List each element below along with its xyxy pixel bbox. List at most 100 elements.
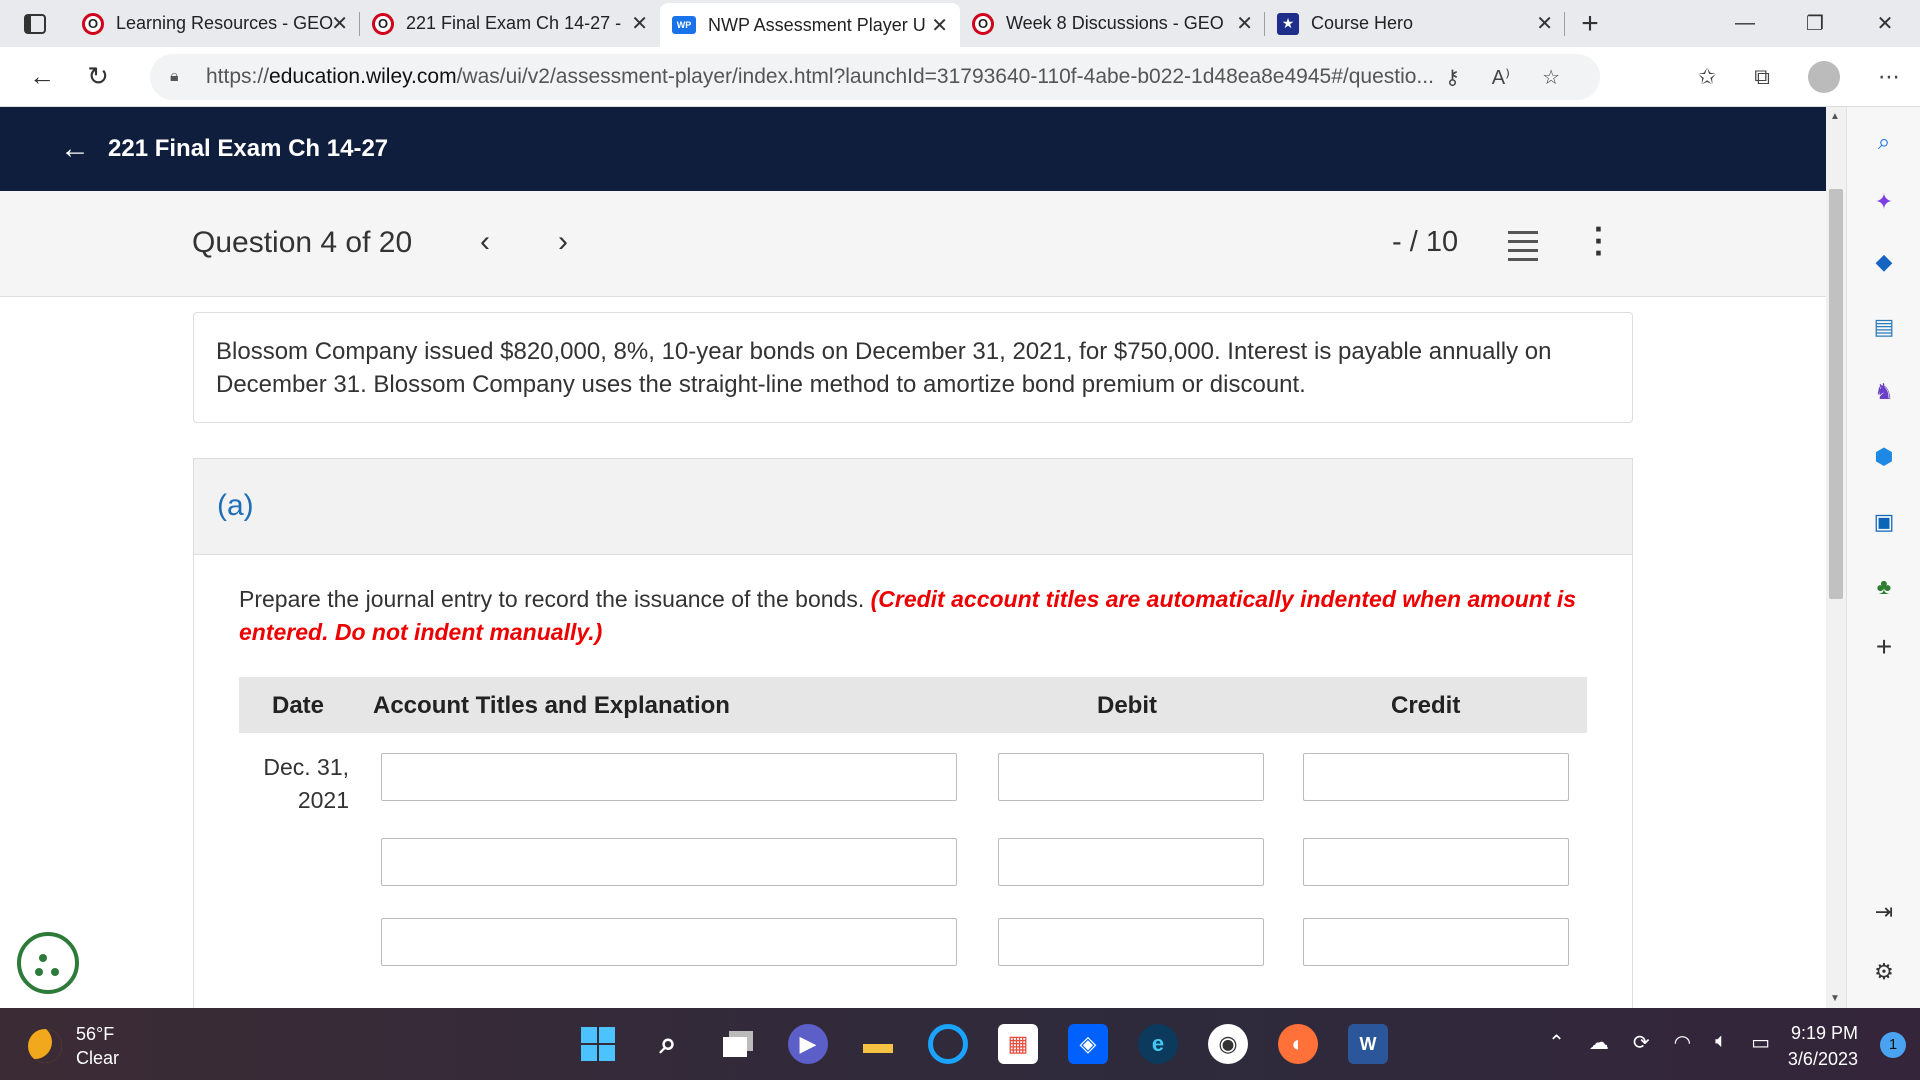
debit-input[interactable]: [998, 838, 1264, 886]
new-tab-button[interactable]: +: [1565, 7, 1615, 41]
windows-taskbar: 56°F Clear ⌕ ▶ ▬ ▦ ◈ e ◉ ◐ W ⌃ ☁ ⟳ ◠ 🔈︎ …: [0, 1008, 1920, 1080]
tab-title: NWP Assessment Player U: [708, 14, 926, 35]
back-icon[interactable]: ←: [16, 61, 68, 92]
read-aloud-icon[interactable]: A⁾: [1492, 65, 1510, 90]
debit-input[interactable]: [998, 918, 1264, 966]
header-date: Date: [272, 692, 325, 719]
dropbox-icon[interactable]: ◈: [1068, 1024, 1108, 1064]
next-question-icon[interactable]: ›: [558, 225, 568, 259]
more-options-icon[interactable]: · · ·: [1594, 213, 1605, 269]
back-arrow-icon[interactable]: ←: [60, 132, 90, 166]
entry-date: Dec. 31, 2021: [239, 751, 349, 817]
cortana-icon[interactable]: [928, 1024, 968, 1064]
scroll-up-icon[interactable]: ▲: [1830, 111, 1840, 122]
restore-icon[interactable]: ❐: [1780, 11, 1850, 36]
tab-actions-icon: [24, 13, 46, 34]
volume-icon[interactable]: 🔈︎: [1715, 1030, 1727, 1055]
close-window-icon[interactable]: ✕: [1850, 11, 1920, 36]
search-icon[interactable]: ⌕: [1869, 127, 1899, 157]
debit-input[interactable]: [998, 753, 1264, 801]
problem-text-line: December 31. Blossom Company uses the st…: [216, 371, 1306, 398]
tab-title: Week 8 Discussions - GEO: [1006, 13, 1224, 33]
tools-icon[interactable]: ▤: [1869, 312, 1899, 342]
question-list-icon[interactable]: [1508, 231, 1538, 267]
close-tab-icon[interactable]: ✕: [1536, 11, 1553, 36]
microsoft-store-icon[interactable]: ▦: [998, 1024, 1038, 1064]
chat-icon[interactable]: ▶: [788, 1024, 828, 1064]
collections-icon[interactable]: ⧉: [1754, 64, 1770, 90]
tab-nwp-assessment[interactable]: WP NWP Assessment Player U ✕: [660, 3, 960, 47]
sync-icon[interactable]: ⟳: [1633, 1030, 1650, 1055]
edge-icon[interactable]: e: [1138, 1024, 1178, 1064]
page-scrollbar[interactable]: ▲ ▼: [1826, 107, 1846, 1008]
score: - / 10: [1392, 226, 1459, 258]
previous-question-icon[interactable]: ‹: [480, 225, 490, 259]
close-tab-icon[interactable]: ✕: [631, 11, 648, 36]
refresh-icon[interactable]: ↻: [72, 61, 124, 92]
edge-sidebar: ⌕ ✦ ◆ ▤ ♞ ⬢ ▣ ♣ + ⇥ ⚙: [1846, 107, 1920, 1008]
windows-start-icon[interactable]: [578, 1024, 618, 1064]
scrollbar-thumb[interactable]: [1829, 189, 1843, 599]
profile-avatar[interactable]: [1808, 61, 1840, 93]
problem-text-line: Blossom Company issued $820,000, 8%, 10-…: [216, 338, 1552, 365]
tab-final-exam[interactable]: O 221 Final Exam Ch 14-27 - ✕: [360, 0, 660, 47]
system-tray: ⌃ ☁ ⟳ ◠ 🔈︎ ▭: [1548, 1030, 1770, 1055]
tab-course-hero[interactable]: ★ Course Hero ✕: [1265, 0, 1565, 47]
problem-statement: Blossom Company issued $820,000, 8%, 10-…: [193, 312, 1633, 423]
search-icon[interactable]: ⌕: [648, 1024, 688, 1064]
entry-date-line: 2021: [297, 787, 349, 813]
wifi-icon[interactable]: ◠: [1674, 1030, 1691, 1055]
shopping-tag-icon[interactable]: ◆: [1869, 247, 1899, 277]
close-tab-icon[interactable]: ✕: [1236, 11, 1253, 36]
journal-entry-table: Date Account Titles and Explanation Debi…: [239, 677, 1587, 966]
url-field[interactable]: 🔒︎ https://education.wiley.com/was/ui/v2…: [150, 54, 1600, 100]
chevron-up-icon[interactable]: ⌃: [1548, 1030, 1565, 1055]
games-icon[interactable]: ♞: [1869, 377, 1899, 407]
cloud-icon[interactable]: ☁: [1589, 1030, 1609, 1055]
temperature: 56°F: [76, 1024, 115, 1044]
instruction: Prepare the journal entry to record the …: [239, 583, 1579, 649]
account-title-input[interactable]: [381, 838, 957, 886]
url-path: /was/ui/v2/assessment-player/index.html?…: [456, 65, 1434, 88]
outlook-icon[interactable]: ▣: [1869, 507, 1899, 537]
account-title-input[interactable]: [381, 753, 957, 801]
tab-actions-button[interactable]: [0, 0, 70, 47]
settings-gear-icon[interactable]: ⚙: [1869, 957, 1899, 987]
cookie-settings-icon[interactable]: [17, 932, 79, 994]
weather-condition: Clear: [76, 1048, 120, 1068]
hide-sidebar-icon[interactable]: ⇥: [1869, 897, 1899, 927]
more-menu-icon[interactable]: ⋯: [1878, 64, 1900, 90]
credit-input[interactable]: [1303, 918, 1569, 966]
key-icon[interactable]: ⚷: [1445, 65, 1460, 90]
part-label: (a): [194, 459, 1632, 555]
credit-input[interactable]: [1303, 753, 1569, 801]
favorites-icon[interactable]: ✩: [1698, 64, 1716, 90]
tab-week8-discussions[interactable]: O Week 8 Discussions - GEO ✕: [960, 0, 1265, 47]
instruction-note: (Credit account titles are automatically…: [870, 586, 1577, 612]
credit-input[interactable]: [1303, 838, 1569, 886]
account-title-input[interactable]: [381, 918, 957, 966]
add-favorite-icon[interactable]: ☆: [1542, 65, 1560, 90]
file-explorer-icon[interactable]: ▬: [858, 1024, 898, 1064]
obs-icon[interactable]: ◉: [1208, 1024, 1248, 1064]
office-icon[interactable]: ⬢: [1869, 442, 1899, 472]
word-icon[interactable]: W: [1348, 1024, 1388, 1064]
firefox-icon[interactable]: ◐: [1278, 1024, 1318, 1064]
url-domain: education.wiley.com: [269, 65, 457, 88]
wp-icon: WP: [672, 16, 696, 34]
close-tab-icon[interactable]: ✕: [931, 13, 948, 38]
task-view-icon[interactable]: [718, 1024, 758, 1064]
tree-icon[interactable]: ♣: [1869, 572, 1899, 602]
minimize-icon[interactable]: —: [1710, 12, 1780, 35]
clock[interactable]: 9:19 PM 3/6/2023: [1788, 1020, 1858, 1072]
table-header: Date Account Titles and Explanation Debi…: [239, 677, 1587, 733]
add-sidebar-app-icon[interactable]: +: [1869, 631, 1899, 662]
window-controls: — ❐ ✕: [1710, 0, 1920, 47]
tab-learning-resources[interactable]: O Learning Resources - GEO ✕: [70, 0, 360, 47]
close-tab-icon[interactable]: ✕: [331, 11, 348, 36]
battery-icon[interactable]: ▭: [1751, 1030, 1770, 1055]
notification-badge[interactable]: 1: [1880, 1032, 1906, 1058]
scroll-down-icon[interactable]: ▼: [1830, 993, 1840, 1004]
copilot-sparkle-icon[interactable]: ✦: [1869, 187, 1899, 217]
weather-widget[interactable]: 56°F Clear: [28, 1022, 119, 1070]
